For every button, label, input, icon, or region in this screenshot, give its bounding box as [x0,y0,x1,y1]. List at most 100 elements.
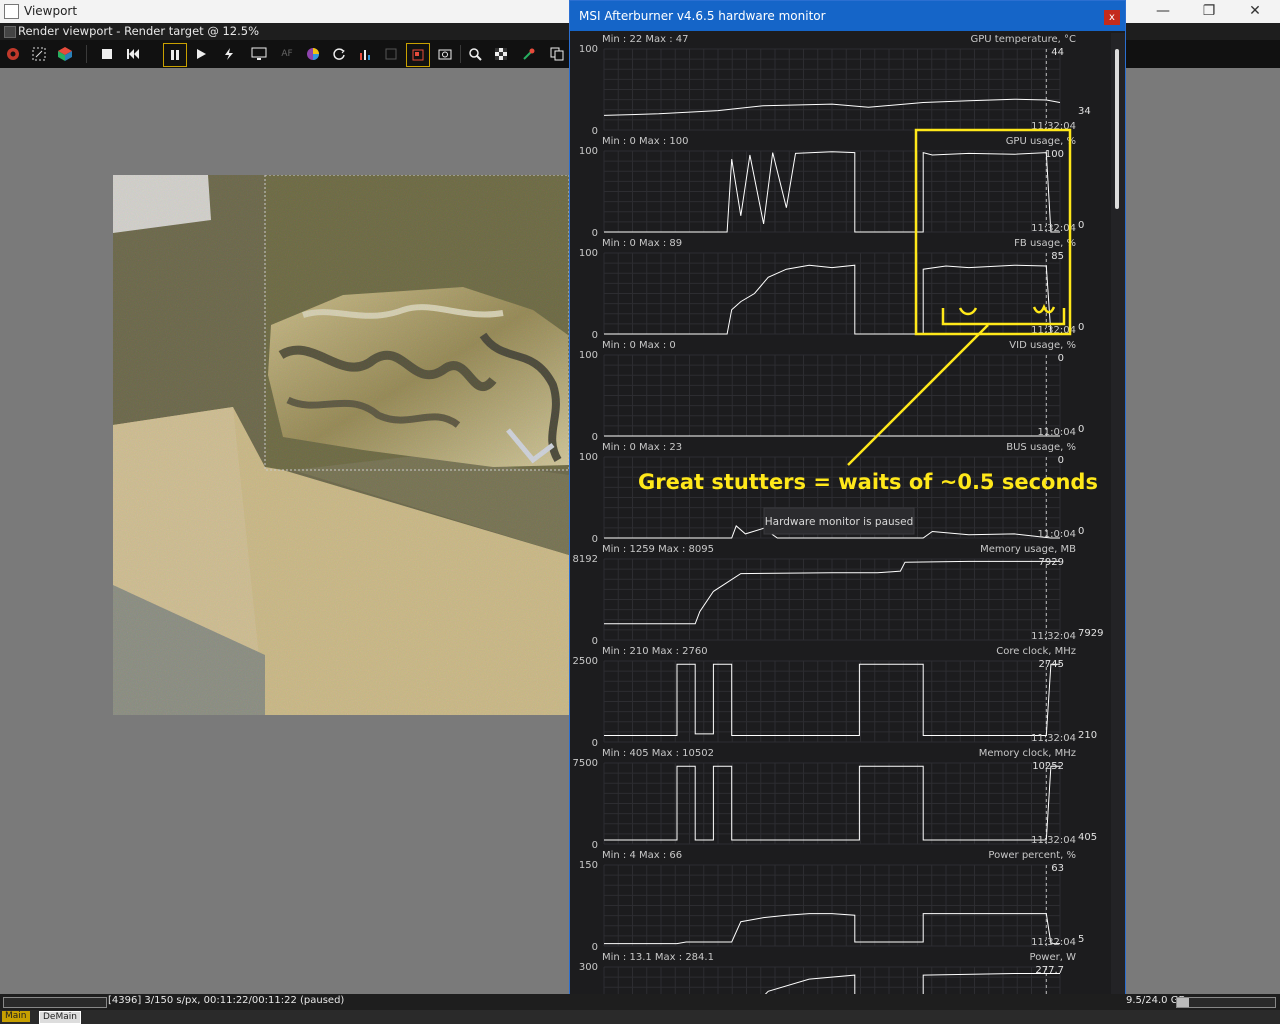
viewport-icon [4,26,16,38]
graph-title: GPU usage, % [1006,136,1076,147]
picker-icon[interactable] [518,43,540,65]
region-icon[interactable] [28,43,50,65]
graph-current-value: 44 [1051,47,1064,58]
graph-time: 11:32:04 [1031,937,1076,948]
graph-minmax: Min : 0 Max : 89 [602,238,682,249]
graph-right-value: 0 [1078,220,1084,231]
graph-minmax: Min : 4 Max : 66 [602,850,682,861]
graph-right-value: 0 [1078,322,1084,333]
graph-title: Core clock, MHz [996,646,1076,657]
tab-main[interactable]: Main [2,1011,30,1022]
graph-ymax: 8192 [573,554,598,565]
afterburner-title-bar: MSI Afterburner v4.6.5 hardware monitor … [570,1,1125,31]
graph-ymax: 100 [579,44,598,55]
graph-ymax: 300 [579,962,598,973]
status-bar: [4396] 3/150 s/px, 00:11:22/00:11:22 (pa… [0,994,1280,1010]
close-button[interactable]: ✕ [1232,0,1278,23]
graph-ymax: 150 [579,860,598,871]
graph-minmax: Min : 22 Max : 47 [602,34,689,45]
graph-minmax: Min : 1259 Max : 8095 [602,544,714,555]
graph-title: Memory clock, MHz [979,748,1076,759]
graph-current-value: 63 [1051,863,1064,874]
zoom-icon[interactable] [464,43,486,65]
monitor-icon[interactable] [248,43,270,65]
graph-minmax: Min : 0 Max : 23 [602,442,682,453]
annotation-squiggle [958,307,978,316]
lightning-icon[interactable] [218,43,240,65]
graph-minmax: Min : 13.1 Max : 284.1 [602,952,714,963]
graph-ymin: 0 [592,126,598,137]
graph-right-value: 34 [1078,106,1091,117]
graph-time: 11:32:04 [1031,733,1076,744]
graph-ymax: 2500 [573,656,598,667]
paused-tooltip: Hardware monitor is paused [765,516,914,528]
graph-title: VID usage, % [1009,340,1076,351]
region-select-icon[interactable] [406,43,430,67]
graph-title: FB usage, % [1014,238,1076,249]
tab-demain[interactable]: DeMain [39,1011,81,1024]
af-icon[interactable]: AF [276,43,298,65]
graph-ymin: 0 [592,534,598,545]
play-icon[interactable] [190,43,212,65]
levels-icon[interactable] [354,43,376,65]
graph-ymin: 0 [592,228,598,239]
memory-bar-fill [1177,998,1189,1007]
maximize-button[interactable]: ❐ [1186,0,1232,23]
graph-ymin: 0 [592,636,598,647]
annotation-squiggle [1032,303,1056,314]
render-status-text: [4396] 3/150 s/px, 00:11:22/00:11:22 (pa… [108,995,345,1006]
graph-title: BUS usage, % [1006,442,1076,453]
graph-right-value: 405 [1078,832,1097,843]
pause-icon[interactable] [163,43,187,67]
checker-icon[interactable] [490,43,512,65]
graph-right-value: 5 [1078,934,1084,945]
rewind-icon[interactable] [122,43,144,65]
graph-title: Power percent, % [988,850,1076,861]
scrollbar-thumb[interactable] [1115,49,1119,209]
cube-icon[interactable] [54,43,76,65]
graph-minmax: Min : 210 Max : 2760 [602,646,708,657]
graph-ymin: 0 [592,738,598,749]
graph-ymin: 0 [592,840,598,851]
graph-current-value: 7929 [1039,557,1064,568]
graph-time: 11:32:04 [1031,835,1076,846]
graph-time: 11:32:04 [1031,631,1076,642]
afterburner-window: MSI Afterburner v4.6.5 hardware monitor … [569,0,1126,1018]
render-progress-bar [3,997,107,1008]
afterburner-scrollbar[interactable] [1111,33,1125,1017]
render-viewport-title: Render viewport - Render target @ 12.5% [18,24,260,38]
graph-title: Memory usage, MB [980,544,1076,555]
graph-ymax: 100 [579,146,598,157]
graph-current-value: 85 [1051,251,1064,262]
minimize-button[interactable]: — [1140,0,1186,23]
graph-ymax: 100 [579,350,598,361]
annotation-text: Great stutters = waits of ~0.5 seconds [638,470,1098,494]
graph-current-value: 0 [1058,455,1064,466]
compare-icon[interactable] [380,43,402,65]
color-wheel-icon[interactable] [302,43,324,65]
window-title: Viewport [24,4,78,18]
graph-ymin: 0 [592,330,598,341]
afterburner-title: MSI Afterburner v4.6.5 hardware monitor [579,9,826,23]
refresh-icon[interactable] [328,43,350,65]
graph-right-value: 0 [1078,526,1084,537]
graph-current-value: 0 [1058,353,1064,364]
graph-ymax: 100 [579,452,598,463]
stop-icon[interactable] [96,43,118,65]
toolbar-separator [86,45,87,63]
graph-right-value: 7929 [1078,628,1103,639]
hardware-monitor-graphs: Min : 22 Max : 47 GPU temperature, °C 100 0… [573,34,1103,1017]
toolbar-separator [460,45,461,63]
snapshot-icon[interactable] [434,43,456,65]
graph-current-value: 100 [1045,149,1064,160]
graph-ymin: 0 [592,942,598,953]
memory-bar [1176,997,1276,1008]
graph-right-value: 0 [1078,424,1084,435]
graph-minmax: Min : 0 Max : 0 [602,340,676,351]
render-image [113,175,569,715]
graph-current-value: 277.7 [1035,965,1064,976]
copy-icon[interactable] [546,43,568,65]
settings-icon[interactable] [2,43,24,65]
afterburner-close-button[interactable]: x [1104,10,1120,25]
graph-current-value: 2745 [1039,659,1064,670]
